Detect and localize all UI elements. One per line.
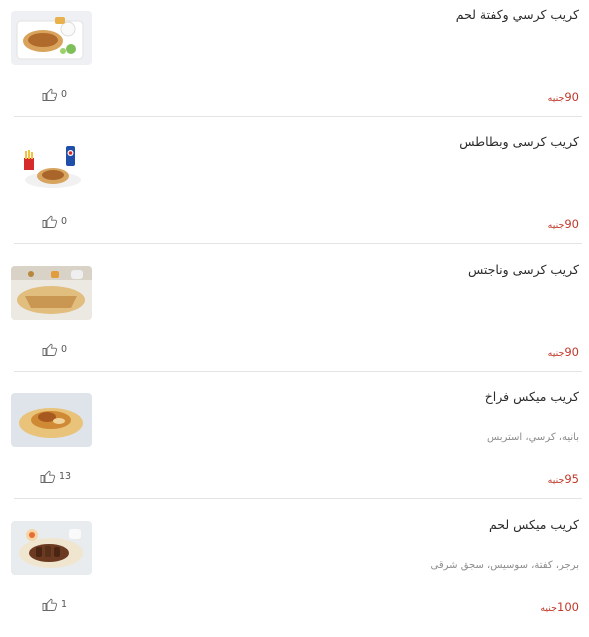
crepe-meat-mix-image[interactable] — [11, 521, 92, 575]
item-description: برجر، كفتة، سوسيس، سجق شرقى — [430, 560, 579, 571]
crepe-nuggets-board-image[interactable] — [11, 266, 92, 320]
divider — [14, 116, 582, 117]
divider — [14, 498, 582, 499]
item-title: كريب كرسي وكفتة لحم — [455, 7, 579, 22]
like-count: 13 — [59, 471, 72, 482]
item-title: كريب كرسى وبطاطس — [459, 134, 579, 149]
like-button[interactable]: 13 — [40, 470, 71, 483]
menu-item[interactable]: كريب ميكس فراخ بانيه، كرسي، استربس 95جني… — [0, 382, 589, 509]
crepe-kofta-plate-image[interactable] — [11, 11, 92, 65]
price-amount: 90 — [564, 217, 579, 231]
like-button[interactable]: 1 — [42, 598, 67, 611]
like-count: 0 — [61, 89, 68, 100]
thumbs-up-icon — [42, 343, 58, 356]
divider — [14, 243, 582, 244]
item-description: بانيه، كرسي، استربس — [486, 432, 579, 443]
thumbs-up-icon — [42, 598, 58, 611]
item-price: 90جنيه — [548, 341, 579, 360]
item-price: 95جنيه — [548, 468, 579, 487]
thumbs-up-icon — [40, 470, 56, 483]
like-button[interactable]: 0 — [42, 343, 67, 356]
like-button[interactable]: 0 — [42, 88, 67, 101]
menu-item[interactable]: كريب كرسى وناجتس 90جنيه 0 — [0, 255, 589, 382]
menu-item[interactable]: كريب ميكس لحم برجر، كفتة، سوسيس، سجق شرق… — [0, 510, 589, 637]
price-currency: جنيه — [547, 220, 565, 231]
price-amount: 95 — [564, 472, 579, 486]
item-title: كريب ميكس لحم — [488, 517, 579, 532]
price-currency: جنيه — [547, 475, 565, 486]
like-count: 1 — [61, 599, 68, 610]
like-button[interactable]: 0 — [42, 215, 67, 228]
thumbs-up-icon — [42, 88, 58, 101]
divider — [14, 371, 582, 372]
price-currency: جنيه — [547, 93, 565, 104]
price-currency: جنيه — [547, 348, 565, 359]
like-count: 0 — [61, 216, 68, 227]
menu-item[interactable]: كريب كرسى وبطاطس 90جنيه 0 — [0, 127, 589, 254]
price-amount: 100 — [557, 600, 579, 614]
price-currency: جنيه — [540, 603, 558, 614]
item-title: كريب ميكس فراخ — [484, 389, 579, 404]
menu-item[interactable]: كريب كرسي وكفتة لحم 90جنيه 0 — [0, 0, 589, 127]
item-price: 90جنيه — [548, 86, 579, 105]
crepe-fries-soda-image[interactable] — [11, 138, 92, 192]
like-count: 0 — [61, 344, 68, 355]
thumbs-up-icon — [42, 215, 58, 228]
item-price: 100جنيه — [540, 596, 579, 615]
crepe-chicken-mix-image[interactable] — [11, 393, 92, 447]
price-amount: 90 — [564, 90, 579, 104]
price-amount: 90 — [564, 345, 579, 359]
menu-list: كريب كرسي وكفتة لحم 90جنيه 0 كريب كرسى و… — [0, 0, 589, 623]
item-title: كريب كرسى وناجتس — [467, 262, 579, 277]
item-price: 90جنيه — [548, 213, 579, 232]
